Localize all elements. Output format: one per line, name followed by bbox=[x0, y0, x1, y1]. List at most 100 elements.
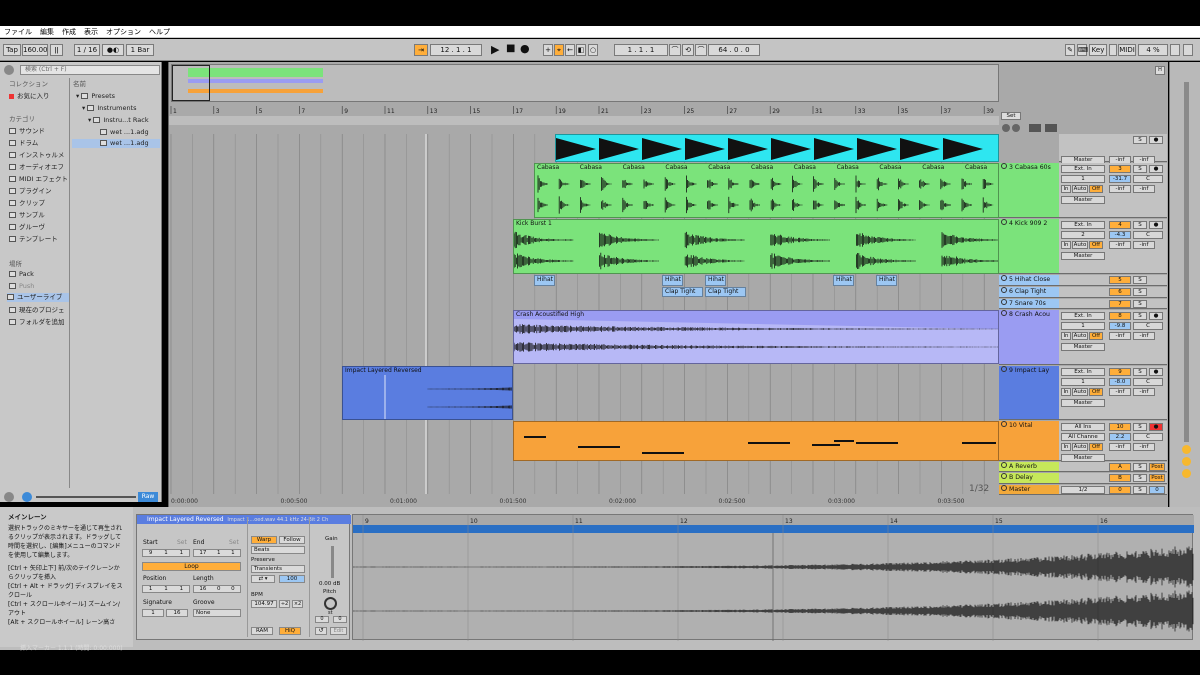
monitor-off-button[interactable]: Off bbox=[1089, 443, 1103, 451]
record-icon[interactable]: ● bbox=[520, 42, 530, 55]
volume-field[interactable]: -9.8 bbox=[1109, 322, 1131, 330]
volume-field[interactable]: -31.7 bbox=[1109, 175, 1131, 183]
warp-button[interactable]: Warp bbox=[251, 536, 277, 544]
post-button[interactable]: Post bbox=[1149, 463, 1165, 471]
overdub-icon[interactable]: + bbox=[543, 44, 553, 56]
category-sounds[interactable]: サウンド bbox=[9, 127, 45, 136]
fold-track-icon[interactable] bbox=[1001, 275, 1007, 281]
clip-impact[interactable]: Impact Layered Reversed bbox=[342, 366, 513, 420]
track-name[interactable]: 4 Kick 909 2 bbox=[999, 219, 1059, 274]
input-type-select[interactable]: Ext. In bbox=[1061, 312, 1105, 320]
monitor-auto-button[interactable]: Auto bbox=[1072, 332, 1088, 340]
category-audio-effects[interactable]: オーディオエフ bbox=[9, 163, 64, 172]
output-select[interactable]: Master bbox=[1061, 252, 1105, 260]
arm-icon[interactable]: ● bbox=[1149, 312, 1163, 320]
track-name[interactable]: 8 Crash Acou bbox=[999, 310, 1059, 365]
monitor-in-button[interactable]: In bbox=[1061, 388, 1071, 396]
time-ruler[interactable]: 0:00:000 0:00:500 0:01:000 0:01:500 0:02:000… bbox=[169, 495, 999, 507]
solo-button[interactable]: S bbox=[1133, 276, 1147, 284]
pan-field[interactable]: C bbox=[1133, 231, 1163, 239]
volume-field[interactable]: -4.3 bbox=[1109, 231, 1131, 239]
loop-mode-icon[interactable]: ⇄ ▾ bbox=[251, 575, 275, 583]
sig-numerator[interactable]: 1 bbox=[142, 609, 164, 617]
nudge-icon[interactable]: ǀǀ bbox=[50, 44, 63, 56]
tree-instrument-rack[interactable]: ▾ Instru...t Rack bbox=[88, 116, 149, 125]
overview-viewport[interactable] bbox=[172, 65, 210, 101]
sample-editor[interactable]: 9 10 11 12 13 14 15 16 bbox=[352, 514, 1193, 640]
browser-toggle-icon[interactable] bbox=[4, 65, 14, 75]
signature-field[interactable]: 1 / 16 bbox=[74, 44, 100, 56]
clip-clap[interactable]: Clap Tight bbox=[705, 287, 746, 297]
length-field[interactable]: 16 0 0 bbox=[193, 585, 241, 593]
post-button[interactable]: Post bbox=[1149, 474, 1165, 482]
tree-presets[interactable]: ▾ Presets bbox=[76, 92, 115, 101]
draw-mode-icon[interactable]: ✎ bbox=[1065, 44, 1075, 56]
fold-track-icon[interactable] bbox=[1001, 310, 1007, 316]
play-icon[interactable]: ▶ bbox=[491, 43, 499, 56]
track-activator-button[interactable]: 6 bbox=[1109, 288, 1131, 296]
monitor-off-button[interactable]: Off bbox=[1089, 185, 1103, 193]
track-option-icon[interactable] bbox=[1182, 445, 1191, 454]
fold-track-icon[interactable] bbox=[1001, 366, 1007, 372]
reverse-icon[interactable]: ↺ bbox=[315, 627, 327, 635]
input-type-select[interactable]: Ext. In bbox=[1061, 368, 1105, 376]
tempo-field[interactable]: 160.00 bbox=[22, 44, 48, 56]
sig-denominator[interactable]: 16 bbox=[166, 609, 188, 617]
clip-kick-burst[interactable]: Kick Burst 1 bbox=[513, 219, 999, 274]
category-plugins[interactable]: プラグイン bbox=[9, 187, 52, 196]
arm-icon[interactable]: ● bbox=[1149, 136, 1163, 144]
arm-icon[interactable]: ● bbox=[1149, 165, 1163, 173]
clip-cabasa[interactable]: Cabasa Cabasa Cabasa Cabasa Cabasa Cabasa Caba… bbox=[534, 163, 999, 218]
input-type-select[interactable]: All Ins bbox=[1061, 423, 1105, 431]
clip-hihat[interactable]: Hihat C bbox=[876, 275, 897, 286]
place-user-library[interactable]: ユーザーライブ bbox=[7, 293, 69, 302]
tree-preset-1[interactable]: wet ...1.adg bbox=[100, 128, 149, 137]
pan-field[interactable]: C bbox=[1133, 175, 1163, 183]
monitor-in-button[interactable]: In bbox=[1061, 185, 1071, 193]
favorites-item[interactable]: お気に入り bbox=[9, 92, 50, 101]
transpose-field[interactable]: 0 bbox=[315, 616, 329, 623]
output-channel-select[interactable]: 1/2 bbox=[1061, 486, 1105, 494]
track-option-icon[interactable] bbox=[1182, 469, 1191, 478]
clip-title-bar[interactable]: Impact Layered Reversed Impact 1...oed.w… bbox=[137, 515, 351, 524]
category-grooves[interactable]: グルーヴ bbox=[9, 223, 45, 232]
preview-volume-icon[interactable] bbox=[22, 492, 32, 502]
track-name[interactable]: B Delay bbox=[999, 473, 1059, 484]
menu-edit[interactable]: 編集 bbox=[36, 26, 58, 38]
fold-track-icon[interactable] bbox=[1001, 163, 1007, 169]
vertical-scrollbar[interactable] bbox=[1184, 82, 1189, 442]
next-locator-icon[interactable] bbox=[1012, 124, 1020, 132]
raw-button[interactable]: Raw bbox=[138, 492, 158, 502]
menu-help[interactable]: ヘルプ bbox=[145, 26, 174, 38]
input-channel-select[interactable]: All Channe bbox=[1061, 433, 1105, 441]
track-activator-button[interactable]: 3 bbox=[1109, 165, 1131, 173]
follow-icon[interactable]: ⇥ bbox=[414, 44, 428, 56]
input-channel-select[interactable]: 2 bbox=[1061, 231, 1105, 239]
draw-automation-icon[interactable] bbox=[1029, 124, 1041, 132]
input-channel-select[interactable]: 1 bbox=[1061, 175, 1105, 183]
fold-track-icon[interactable] bbox=[1001, 485, 1007, 491]
pan-field[interactable]: C bbox=[1133, 378, 1163, 386]
arm-icon[interactable]: ● bbox=[1149, 423, 1163, 431]
loop-start-field[interactable]: 1 . 1 . 1 bbox=[614, 44, 668, 56]
key-map-button[interactable]: Key bbox=[1089, 44, 1107, 56]
solo-button[interactable]: S bbox=[1133, 312, 1147, 320]
quantize-select[interactable]: 1 Bar bbox=[126, 44, 154, 56]
monitor-in-button[interactable]: In bbox=[1061, 241, 1071, 249]
track-name[interactable]: 7 Snare 70s bbox=[999, 299, 1059, 309]
monitor-auto-button[interactable]: Auto bbox=[1072, 185, 1088, 193]
category-midi-effects[interactable]: MIDI エフェクト bbox=[9, 175, 68, 184]
automation-arm-icon[interactable]: ⌖ bbox=[554, 44, 564, 56]
loop-switch-icon[interactable]: ⟲ bbox=[682, 44, 694, 56]
clip-hihat[interactable]: Hihat C bbox=[833, 275, 854, 286]
preview-slider[interactable] bbox=[36, 496, 136, 498]
solo-button[interactable]: S bbox=[1133, 300, 1147, 308]
pan-field[interactable]: C bbox=[1133, 322, 1163, 330]
solo-button[interactable]: S bbox=[1133, 221, 1147, 229]
computer-keyboard-icon[interactable]: ⌨ bbox=[1077, 44, 1087, 56]
category-drums[interactable]: ドラム bbox=[9, 139, 38, 148]
arm-icon[interactable]: ● bbox=[1149, 221, 1163, 229]
tree-instruments[interactable]: ▾ Instruments bbox=[82, 104, 137, 113]
monitor-auto-button[interactable]: Auto bbox=[1072, 241, 1088, 249]
track-activator-button[interactable]: A bbox=[1109, 463, 1131, 471]
